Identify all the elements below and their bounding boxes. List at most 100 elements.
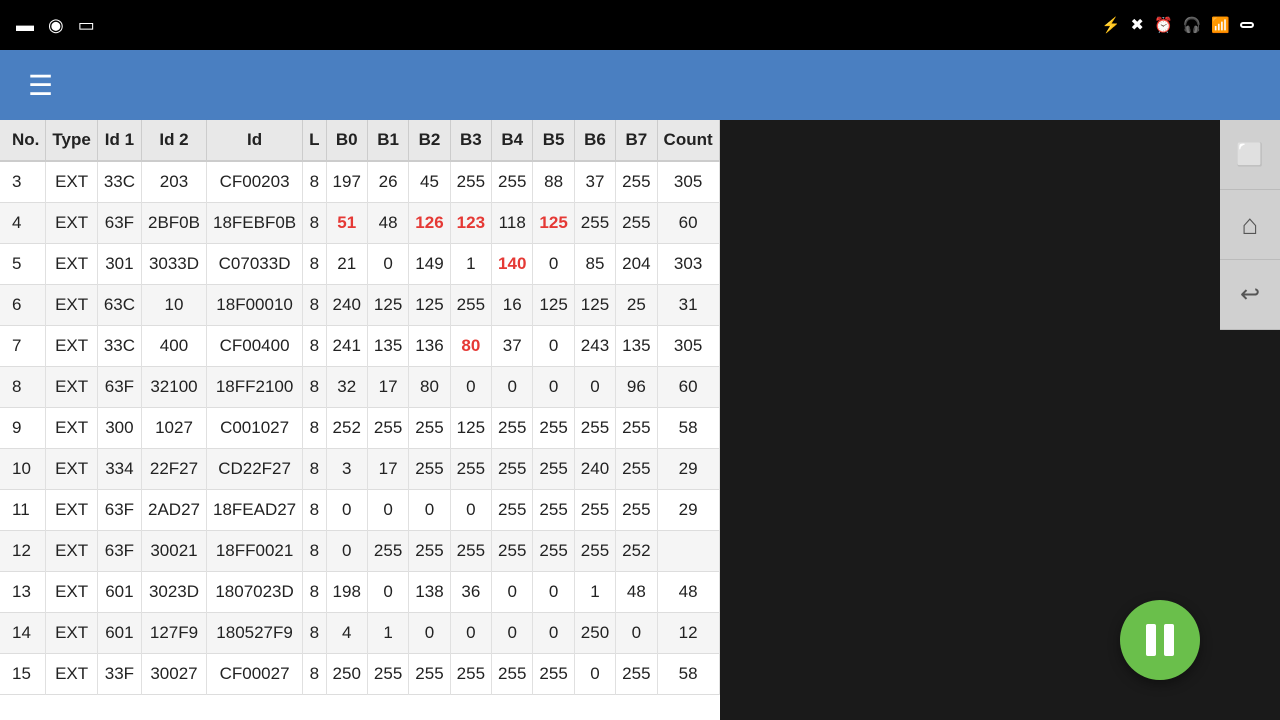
table-row[interactable]: 9EXT3001027C0010278252255255125255255255… — [0, 408, 719, 449]
table-row[interactable]: 15EXT33F30027CF0002782502552552552552550… — [0, 654, 719, 695]
table-row[interactable]: 7EXT33C400CF0040082411351368037024313530… — [0, 326, 719, 367]
cell-id1: 63F — [97, 203, 141, 244]
cell-no: 4 — [0, 203, 46, 244]
cell-no: 8 — [0, 367, 46, 408]
cell-b0: 21 — [326, 244, 367, 285]
cell-b6: 255 — [574, 531, 615, 572]
cell-b1: 17 — [367, 449, 408, 490]
cell-l: 8 — [303, 367, 326, 408]
cell-id2: 203 — [142, 161, 207, 203]
headset-icon: 🎧 — [1183, 16, 1202, 34]
cell-b2: 136 — [409, 326, 450, 367]
cell-b5: 255 — [533, 449, 574, 490]
hamburger-menu[interactable]: ☰ — [20, 61, 61, 110]
cell-type: EXT — [46, 203, 97, 244]
cell-b7: 255 — [616, 449, 657, 490]
cell-id2: 22F27 — [142, 449, 207, 490]
cell-count: 29 — [657, 449, 719, 490]
cell-id1: 63F — [97, 367, 141, 408]
cell-id2: 2BF0B — [142, 203, 207, 244]
cell-count: 31 — [657, 285, 719, 326]
table-row[interactable]: 3EXT33C203CF0020381972645255255883725530… — [0, 161, 719, 203]
cell-b7: 25 — [616, 285, 657, 326]
table-row[interactable]: 11EXT63F2AD2718FEAD278000025525525525529 — [0, 490, 719, 531]
cell-b1: 1 — [367, 613, 408, 654]
cell-id: CF00400 — [206, 326, 302, 367]
cell-b0: 241 — [326, 326, 367, 367]
cell-l: 8 — [303, 285, 326, 326]
cell-b1: 135 — [367, 326, 408, 367]
table-row[interactable]: 8EXT63F3210018FF2100832178000009660 — [0, 367, 719, 408]
pause-button[interactable] — [1120, 600, 1200, 680]
cell-id: 180527F9 — [206, 613, 302, 654]
table-row[interactable]: 5EXT3013033DC07033D82101491140085204303 — [0, 244, 719, 285]
col-header-b3: B3 — [450, 120, 491, 161]
cell-b6: 0 — [574, 367, 615, 408]
cell-b2: 255 — [409, 408, 450, 449]
cell-b1: 0 — [367, 244, 408, 285]
cell-b6: 255 — [574, 408, 615, 449]
home-button[interactable]: ⌂ — [1220, 190, 1280, 260]
cell-l: 8 — [303, 613, 326, 654]
cell-id1: 33F — [97, 654, 141, 695]
cell-count: 305 — [657, 326, 719, 367]
cell-b5: 0 — [533, 613, 574, 654]
camera-icon: ◉ — [48, 15, 64, 36]
cell-b3: 1 — [450, 244, 491, 285]
cell-id: 18FEBF0B — [206, 203, 302, 244]
cell-id: 18FF2100 — [206, 367, 302, 408]
cell-count: 60 — [657, 203, 719, 244]
cell-b4: 0 — [492, 572, 533, 613]
cell-b6: 250 — [574, 613, 615, 654]
cell-b1: 255 — [367, 654, 408, 695]
cell-b2: 255 — [409, 449, 450, 490]
cell-b3: 255 — [450, 654, 491, 695]
table-row[interactable]: 4EXT63F2BF0B18FEBF0B85148126123118125255… — [0, 203, 719, 244]
cell-b1: 17 — [367, 367, 408, 408]
cell-b7: 255 — [616, 408, 657, 449]
table-row[interactable]: 13EXT6013023D1807023D81980138360014848 — [0, 572, 719, 613]
screen-button[interactable]: ⬜ — [1220, 120, 1280, 190]
cell-b6: 125 — [574, 285, 615, 326]
back-icon: ↩ — [1240, 280, 1260, 309]
table-row[interactable]: 6EXT63C1018F0001082401251252551612512525… — [0, 285, 719, 326]
cell-id2: 32100 — [142, 367, 207, 408]
col-header-id2: Id 2 — [142, 120, 207, 161]
pause-icon — [1146, 624, 1174, 656]
cell-b2: 255 — [409, 654, 450, 695]
table-row[interactable]: 12EXT63F3002118FF00218025525525525525525… — [0, 531, 719, 572]
cell-type: EXT — [46, 326, 97, 367]
cell-no: 9 — [0, 408, 46, 449]
col-header-l: L — [303, 120, 326, 161]
cell-l: 8 — [303, 449, 326, 490]
cell-b7: 255 — [616, 161, 657, 203]
screen-icon: ▭ — [78, 15, 95, 36]
cell-b1: 0 — [367, 490, 408, 531]
cell-count — [657, 531, 719, 572]
table-row[interactable]: 14EXT601127F9180527F98410000250012 — [0, 613, 719, 654]
bluetooth-icon: ⚡ — [1102, 16, 1121, 34]
cell-b0: 3 — [326, 449, 367, 490]
cell-l: 8 — [303, 531, 326, 572]
cell-id1: 601 — [97, 613, 141, 654]
cell-b6: 85 — [574, 244, 615, 285]
cell-b4: 255 — [492, 161, 533, 203]
cell-id: 18FEAD27 — [206, 490, 302, 531]
cell-type: EXT — [46, 449, 97, 490]
cell-type: EXT — [46, 285, 97, 326]
cell-b5: 255 — [533, 408, 574, 449]
cell-b6: 37 — [574, 161, 615, 203]
cell-no: 3 — [0, 161, 46, 203]
table-row[interactable]: 10EXT33422F27CD22F2783172552552552552402… — [0, 449, 719, 490]
col-header-no: No. — [0, 120, 46, 161]
cell-b7: 252 — [616, 531, 657, 572]
cell-b6: 1 — [574, 572, 615, 613]
cell-b1: 26 — [367, 161, 408, 203]
back-button[interactable]: ↩ — [1220, 260, 1280, 330]
cell-b2: 126 — [409, 203, 450, 244]
cell-count: 58 — [657, 408, 719, 449]
cell-id1: 601 — [97, 572, 141, 613]
cell-id: CD22F27 — [206, 449, 302, 490]
cell-b2: 255 — [409, 531, 450, 572]
cell-b7: 255 — [616, 490, 657, 531]
